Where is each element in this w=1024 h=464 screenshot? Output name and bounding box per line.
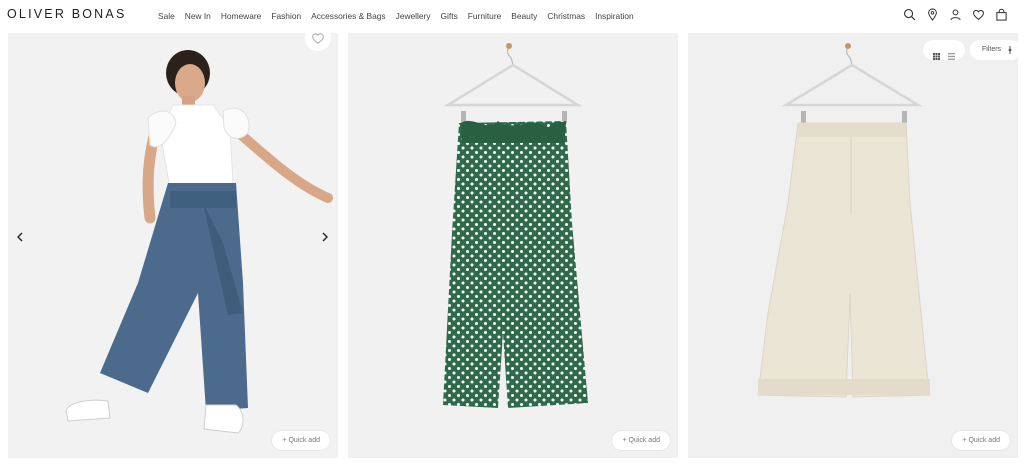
product-card[interactable]: + Quick add: [348, 33, 678, 458]
product-card[interactable]: Filters + Quick add: [688, 33, 1018, 458]
nav-item-accessories-bags[interactable]: Accessories & Bags: [311, 11, 385, 21]
nav-item-furniture[interactable]: Furniture: [468, 11, 502, 21]
shopping-bag-icon[interactable]: [995, 8, 1008, 21]
nav-item-jewellery[interactable]: Jewellery: [396, 11, 431, 21]
quick-add-button[interactable]: + Quick add: [272, 431, 330, 450]
location-pin-icon[interactable]: [926, 8, 939, 21]
filters-label: Filters: [982, 46, 1002, 53]
product-image-model[interactable]: [8, 33, 338, 458]
nav-item-gifts[interactable]: Gifts: [441, 11, 458, 21]
product-card[interactable]: + Quick add: [8, 33, 338, 458]
nav-item-beauty[interactable]: Beauty: [511, 11, 537, 21]
quick-add-button[interactable]: + Quick add: [612, 431, 670, 450]
nav-item-homeware[interactable]: Homeware: [221, 11, 262, 21]
wishlist-heart-icon[interactable]: [972, 8, 985, 21]
heart-icon: [312, 33, 324, 44]
nav-item-new-in[interactable]: New In: [185, 11, 211, 21]
chevron-right-icon: [322, 232, 328, 242]
carousel-next-arrow[interactable]: [318, 230, 332, 244]
search-icon[interactable]: [903, 8, 916, 21]
site-header: OLIVER BONAS Sale New In Homeware Fashio…: [0, 0, 1024, 32]
filters-button[interactable]: Filters: [970, 40, 1018, 60]
main-nav: Sale New In Homeware Fashion Accessories…: [158, 11, 634, 21]
grid-view-icon[interactable]: [933, 47, 940, 60]
product-image-cream-trousers[interactable]: [688, 33, 1018, 458]
nav-item-fashion[interactable]: Fashion: [271, 11, 301, 21]
brand-logo[interactable]: OLIVER BONAS: [7, 7, 127, 21]
product-image-green-polka-dot-trousers[interactable]: [348, 33, 678, 458]
view-toggle[interactable]: [923, 40, 965, 60]
nav-item-inspiration[interactable]: Inspiration: [595, 11, 634, 21]
carousel-prev-arrow[interactable]: [13, 230, 27, 244]
header-icons: [903, 8, 1008, 21]
nav-item-sale[interactable]: Sale: [158, 11, 175, 21]
nav-item-christmas[interactable]: Christmas: [547, 11, 585, 21]
filter-toggle-icon: [1008, 46, 1012, 54]
account-icon[interactable]: [949, 8, 962, 21]
quick-add-button[interactable]: + Quick add: [952, 431, 1010, 450]
list-view-icon[interactable]: [948, 47, 955, 60]
chevron-left-icon: [17, 232, 23, 242]
